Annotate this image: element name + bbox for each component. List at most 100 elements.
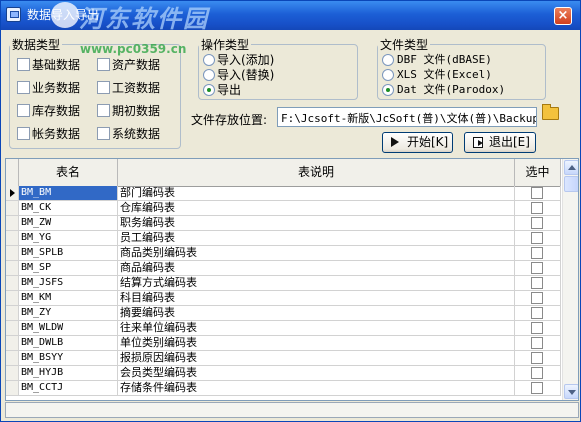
file-path-input[interactable]: F:\Jcsoft-新版\JcSoft(普)\文体(普)\Backup bbox=[277, 107, 537, 127]
checkbox-label-inventory-data[interactable]: 库存数据 bbox=[32, 104, 80, 118]
cell-table-name[interactable]: BM_WLDW bbox=[19, 321, 118, 335]
cell-table-desc[interactable]: 职务编码表 bbox=[118, 216, 515, 230]
cell-table-name[interactable]: BM_SP bbox=[19, 261, 118, 275]
checkbox-accounts-data[interactable] bbox=[17, 127, 30, 140]
scroll-up-button[interactable] bbox=[564, 160, 578, 175]
radio-dat-file[interactable] bbox=[382, 84, 394, 96]
radio-import-replace[interactable] bbox=[203, 69, 215, 81]
header-select[interactable]: 选中 bbox=[515, 159, 561, 186]
cell-table-desc[interactable]: 部门编码表 bbox=[118, 186, 515, 200]
cell-table-name[interactable]: BM_YG bbox=[19, 231, 118, 245]
row-select-checkbox[interactable] bbox=[531, 247, 543, 259]
checkbox-label-asset-data[interactable]: 资产数据 bbox=[112, 58, 160, 72]
cell-table-desc[interactable]: 结算方式编码表 bbox=[118, 276, 515, 290]
checkbox-label-salary-data[interactable]: 工资数据 bbox=[112, 81, 160, 95]
row-indicator[interactable] bbox=[6, 336, 19, 350]
vertical-scrollbar[interactable] bbox=[562, 159, 578, 400]
row-indicator[interactable] bbox=[6, 201, 19, 215]
checkbox-business-data[interactable] bbox=[17, 81, 30, 94]
row-select-checkbox[interactable] bbox=[531, 262, 543, 274]
table-row[interactable]: BM_ZW 职务编码表 bbox=[6, 216, 561, 231]
radio-label-dbf-file[interactable]: DBF 文件(dBASE) bbox=[397, 53, 492, 67]
cell-table-desc[interactable]: 往来单位编码表 bbox=[118, 321, 515, 335]
row-select-checkbox[interactable] bbox=[531, 217, 543, 229]
cell-table-desc[interactable]: 员工编码表 bbox=[118, 231, 515, 245]
row-indicator[interactable] bbox=[6, 261, 19, 275]
checkbox-label-system-data[interactable]: 系统数据 bbox=[112, 127, 160, 141]
title-bar[interactable]: 河东软件园 数据导入导出 × bbox=[1, 1, 580, 33]
radio-dbf-file[interactable] bbox=[382, 54, 394, 66]
row-select-checkbox[interactable] bbox=[531, 382, 543, 394]
row-select-checkbox[interactable] bbox=[531, 337, 543, 349]
cell-table-name[interactable]: BM_ZW bbox=[19, 216, 118, 230]
table-row[interactable]: BM_CCTJ 存储条件编码表 bbox=[6, 381, 561, 396]
table-row[interactable]: BM_HYJB 会员类型编码表 bbox=[6, 366, 561, 381]
row-indicator[interactable] bbox=[6, 276, 19, 290]
row-indicator[interactable] bbox=[6, 246, 19, 260]
cell-table-name[interactable]: BM_BSYY bbox=[19, 351, 118, 365]
exit-button[interactable]: 退出[E] bbox=[464, 132, 536, 153]
row-indicator[interactable] bbox=[6, 291, 19, 305]
cell-table-desc[interactable]: 单位类别编码表 bbox=[118, 336, 515, 350]
scroll-thumb[interactable] bbox=[564, 176, 578, 192]
header-table-name[interactable]: 表名 bbox=[19, 159, 118, 186]
row-select-checkbox[interactable] bbox=[531, 292, 543, 304]
checkbox-asset-data[interactable] bbox=[97, 58, 110, 71]
cell-table-desc[interactable]: 存储条件编码表 bbox=[118, 381, 515, 395]
cell-table-desc[interactable]: 仓库编码表 bbox=[118, 201, 515, 215]
row-indicator[interactable] bbox=[6, 231, 19, 245]
table-row[interactable]: BM_YG 员工编码表 bbox=[6, 231, 561, 246]
row-select-checkbox[interactable] bbox=[531, 352, 543, 364]
cell-table-desc[interactable]: 会员类型编码表 bbox=[118, 366, 515, 380]
table-row[interactable]: BM_BM 部门编码表 bbox=[6, 186, 561, 201]
row-indicator[interactable] bbox=[6, 306, 19, 320]
table-row[interactable]: BM_WLDW 往来单位编码表 bbox=[6, 321, 561, 336]
radio-label-dat-file[interactable]: Dat 文件(Parodox) bbox=[397, 83, 505, 97]
checkbox-inventory-data[interactable] bbox=[17, 104, 30, 117]
radio-xls-file[interactable] bbox=[382, 69, 394, 81]
cell-table-desc[interactable]: 商品类别编码表 bbox=[118, 246, 515, 260]
table-row[interactable]: BM_CK 仓库编码表 bbox=[6, 201, 561, 216]
row-select-checkbox[interactable] bbox=[531, 187, 543, 199]
row-select-checkbox[interactable] bbox=[531, 277, 543, 289]
radio-label-xls-file[interactable]: XLS 文件(Excel) bbox=[397, 68, 492, 82]
cell-table-name[interactable]: BM_CK bbox=[19, 201, 118, 215]
checkbox-salary-data[interactable] bbox=[97, 81, 110, 94]
cell-table-desc[interactable]: 报损原因编码表 bbox=[118, 351, 515, 365]
cell-table-desc[interactable]: 摘要编码表 bbox=[118, 306, 515, 320]
radio-label-export[interactable]: 导出 bbox=[217, 83, 241, 97]
radio-label-import-add[interactable]: 导入(添加) bbox=[217, 53, 274, 67]
checkbox-system-data[interactable] bbox=[97, 127, 110, 140]
start-button[interactable]: 开始[K] bbox=[382, 132, 453, 153]
radio-label-import-replace[interactable]: 导入(替换) bbox=[217, 68, 274, 82]
row-select-checkbox[interactable] bbox=[531, 232, 543, 244]
row-indicator[interactable] bbox=[6, 366, 19, 380]
table-row[interactable]: BM_DWLB 单位类别编码表 bbox=[6, 336, 561, 351]
row-select-checkbox[interactable] bbox=[531, 202, 543, 214]
radio-export[interactable] bbox=[203, 84, 215, 96]
cell-table-name[interactable]: BM_HYJB bbox=[19, 366, 118, 380]
row-indicator[interactable] bbox=[6, 381, 19, 395]
table-row[interactable]: BM_SPLB 商品类别编码表 bbox=[6, 246, 561, 261]
checkbox-label-accounts-data[interactable]: 帐务数据 bbox=[32, 127, 80, 141]
checkbox-label-business-data[interactable]: 业务数据 bbox=[32, 81, 80, 95]
checkbox-label-basic-data[interactable]: 基础数据 bbox=[32, 58, 80, 72]
header-table-desc[interactable]: 表说明 bbox=[118, 159, 515, 186]
close-button[interactable]: × bbox=[554, 7, 572, 25]
cell-table-name[interactable]: BM_SPLB bbox=[19, 246, 118, 260]
row-indicator[interactable] bbox=[6, 216, 19, 230]
table-row[interactable]: BM_KM 科目编码表 bbox=[6, 291, 561, 306]
checkbox-label-opening-data[interactable]: 期初数据 bbox=[112, 104, 160, 118]
scroll-down-button[interactable] bbox=[564, 384, 578, 399]
cell-table-name[interactable]: BM_ZY bbox=[19, 306, 118, 320]
cell-table-desc[interactable]: 商品编码表 bbox=[118, 261, 515, 275]
folder-open-icon[interactable] bbox=[542, 104, 559, 120]
radio-import-add[interactable] bbox=[203, 54, 215, 66]
row-indicator[interactable] bbox=[6, 321, 19, 335]
table-row[interactable]: BM_JSFS 结算方式编码表 bbox=[6, 276, 561, 291]
row-select-checkbox[interactable] bbox=[531, 307, 543, 319]
row-select-checkbox[interactable] bbox=[531, 322, 543, 334]
checkbox-opening-data[interactable] bbox=[97, 104, 110, 117]
row-indicator[interactable] bbox=[6, 351, 19, 365]
table-row[interactable]: BM_BSYY 报损原因编码表 bbox=[6, 351, 561, 366]
